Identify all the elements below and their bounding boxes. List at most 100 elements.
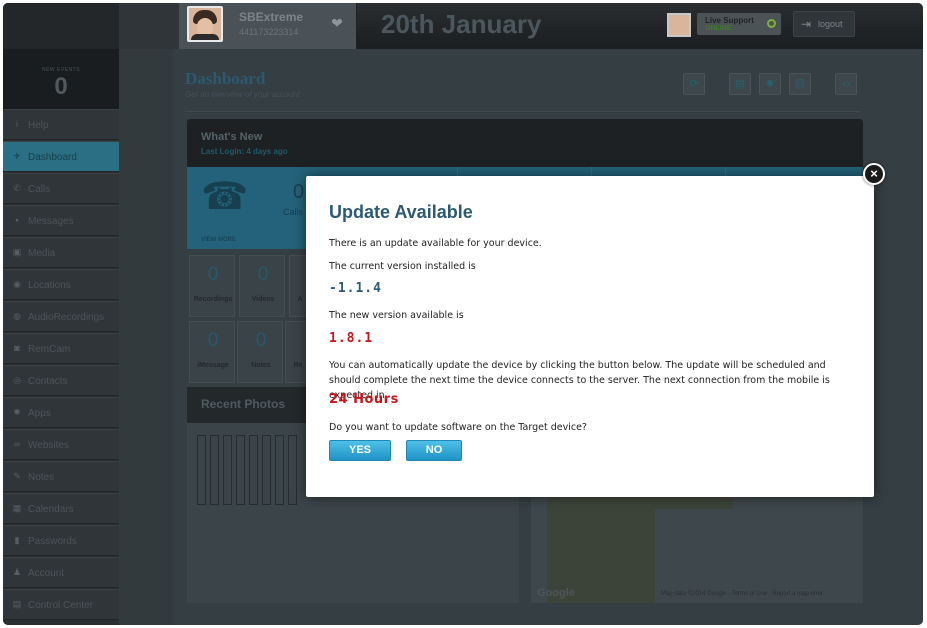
avatar <box>187 6 223 42</box>
sidebar-item-label: AudioRecordings <box>28 312 105 323</box>
view-more-link[interactable]: VIEW MORE <box>201 237 236 243</box>
sidebar-item-label: Media <box>28 248 56 259</box>
message-icon: ▪ <box>15 215 19 225</box>
message-icon[interactable]: ▤ <box>729 73 751 95</box>
stat-label: Recordings <box>193 296 233 303</box>
sidebar-item-dashboard[interactable]: ✈ Dashboard <box>3 141 119 172</box>
sidebar-item-calendars[interactable]: ▦ Calendars <box>3 493 119 524</box>
google-logo: Google <box>537 587 575 599</box>
user-card[interactable]: SBExtreme 441173223314 ❤ <box>179 3 357 49</box>
header-divider <box>185 111 861 112</box>
sidebar-item-websites[interactable]: ∞ Websites <box>3 429 119 460</box>
at-icon[interactable]: @ <box>789 73 811 95</box>
rocket-icon: ✈ <box>13 151 21 161</box>
next-connection-time: 24 Hours <box>329 392 399 407</box>
photo-placeholder[interactable] <box>249 435 258 505</box>
whats-new-title: What's New <box>201 131 263 143</box>
sidebar-item-passwords[interactable]: ▮ Passwords <box>3 525 119 556</box>
telephone-icon: ☎ <box>201 176 249 218</box>
photo-placeholder[interactable] <box>288 435 297 505</box>
sidebar-item-apps[interactable]: ✹ Apps <box>3 397 119 428</box>
dialog-line: The current version installed is <box>329 261 476 272</box>
audio-icon: ◍ <box>13 311 21 321</box>
sidebar-item-label: Account <box>28 568 65 579</box>
photo-placeholder[interactable] <box>275 435 284 505</box>
sidebar-item-calls[interactable]: ✆ Calls <box>3 173 119 204</box>
update-dialog: Update Available There is an update avai… <box>306 176 874 497</box>
stat-count: 0 <box>207 330 219 351</box>
live-support-status: ONLINE <box>705 25 732 32</box>
info-icon: i <box>16 119 18 129</box>
sidebar-item-label: Dashboard <box>28 152 77 163</box>
stat-count: 0 <box>255 330 267 351</box>
sidebar-item-locations[interactable]: ◉ Locations <box>3 269 119 300</box>
stat-tile-videos[interactable]: 0 Videos <box>239 255 285 317</box>
topbar-spacer <box>119 3 179 49</box>
stat-label: Videos <box>251 296 275 303</box>
live-support-button[interactable]: Live Support ONLINE <box>667 11 783 39</box>
current-version: -1.1.4 <box>329 281 382 296</box>
calls-label: Calls <box>283 207 304 217</box>
sidebar-item-account[interactable]: ♟ Account <box>3 557 119 588</box>
dialog-question: Do you want to update software on the Ta… <box>329 422 587 433</box>
chevron-down-icon[interactable]: ❤ <box>327 13 347 33</box>
sidebar-item-audiorecordings[interactable]: ◍ AudioRecordings <box>3 301 119 332</box>
sidebar-item-label: Help <box>28 120 49 131</box>
sidebar-item-label: Apps <box>28 408 51 419</box>
user-icon: ♟ <box>12 567 22 577</box>
stat-count: 0 <box>207 264 219 285</box>
new-events-count: 0 <box>54 73 68 100</box>
close-icon[interactable]: × <box>863 163 885 185</box>
photo-placeholder[interactable] <box>197 435 206 505</box>
sidebar-item-control-center[interactable]: ▤ Control Center <box>3 589 119 620</box>
calls-tile[interactable]: ☎ 0 Calls VIEW MORE <box>187 167 323 249</box>
yes-button[interactable]: YES <box>329 440 391 461</box>
gear-icon[interactable]: ✹ <box>759 73 781 95</box>
sidebar-item-contacts[interactable]: ◎ Contacts <box>3 365 119 396</box>
sidebar-item-media[interactable]: ▣ Media <box>3 237 119 268</box>
user-phone: 441173223314 <box>239 27 299 37</box>
stat-label: iMessage <box>197 362 229 369</box>
map-pin-icon: ◉ <box>13 279 21 289</box>
top-bar: SBExtreme 441173223314 ❤ 20th January Li… <box>3 3 923 49</box>
link-icon: ∞ <box>13 439 21 449</box>
sidebar-item-label: Websites <box>28 440 69 451</box>
no-button[interactable]: NO <box>406 440 462 461</box>
sidebar-item-help[interactable]: i Help <box>3 109 119 140</box>
logout-label: logout <box>818 19 843 29</box>
gear-icon: ✹ <box>13 407 21 417</box>
date-title: 20th January <box>381 9 542 39</box>
stat-tile-notes[interactable]: 0 Notes <box>237 321 283 383</box>
control-icon: ▤ <box>12 599 22 609</box>
sidebar-item-label: Control Center <box>28 600 94 611</box>
contacts-icon: ◎ <box>13 375 21 385</box>
stat-tile-imessage[interactable]: 0 iMessage <box>189 321 235 383</box>
update-description: You can automatically update the device … <box>329 360 830 401</box>
stat-tile-recordings[interactable]: 0 Recordings <box>189 255 235 317</box>
dialog-line: The new version available is <box>329 310 464 321</box>
online-status-icon <box>767 19 776 28</box>
sidebar-item-messages[interactable]: ▪ Messages <box>3 205 119 236</box>
calendar-icon: ▦ <box>12 503 22 513</box>
sidebar-item-notes[interactable]: ✎ Notes <box>3 461 119 492</box>
refresh-icon[interactable]: ⟳ <box>683 73 705 95</box>
sidebar-item-remcam[interactable]: ◙ RemCam <box>3 333 119 364</box>
dialog-title: Update Available <box>329 202 473 222</box>
code-icon[interactable]: ‹› <box>835 73 857 95</box>
photo-placeholder[interactable] <box>262 435 271 505</box>
sidebar-item-label: Passwords <box>28 536 77 547</box>
image-icon: ▣ <box>12 247 22 257</box>
live-support-box: Live Support ONLINE <box>697 13 781 35</box>
user-name: SBExtreme <box>239 10 304 24</box>
photo-placeholder[interactable] <box>223 435 232 505</box>
sidebar-item-label: Contacts <box>28 376 68 387</box>
map-credit[interactable]: Map data ©2014 Google · Terms of Use · R… <box>661 591 823 597</box>
logout-icon: ⇥ <box>801 17 812 31</box>
photo-placeholder[interactable] <box>210 435 219 505</box>
camera-icon: ◙ <box>14 343 20 353</box>
page-title: Dashboard <box>185 69 266 88</box>
sidebar-item-label: Calls <box>28 184 51 195</box>
logout-button[interactable]: ⇥ logout <box>793 11 855 37</box>
last-login: Last Login: 4 days ago <box>201 147 288 156</box>
photo-placeholder[interactable] <box>236 435 245 505</box>
